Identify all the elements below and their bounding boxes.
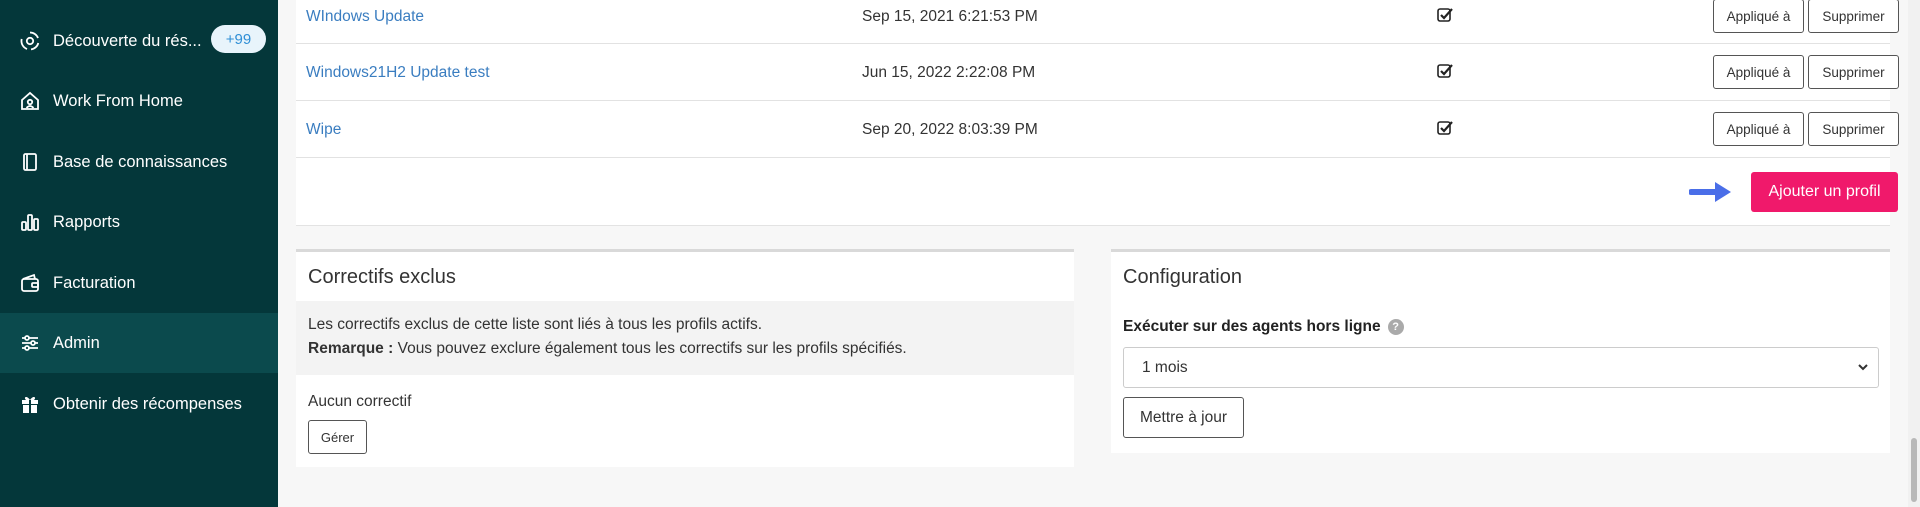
notification-badge: +99 <box>211 25 266 53</box>
sidebar-item-knowledge-base[interactable]: Base de connaissances <box>0 132 278 192</box>
chevron-down-icon <box>1858 364 1868 371</box>
book-icon <box>19 151 41 173</box>
wallet-icon <box>19 272 41 294</box>
delete-button[interactable]: Supprimer <box>1808 55 1899 89</box>
applied-to-button[interactable]: Appliqué à <box>1713 0 1804 33</box>
sidebar-item-reports[interactable]: Rapports <box>0 192 278 252</box>
table-row: WIndows Update Sep 15, 2021 6:21:53 PM A… <box>296 0 1899 44</box>
sidebar-item-rewards[interactable]: Obtenir des récompenses <box>0 374 278 434</box>
sidebar-item-network-discovery[interactable]: Découverte du rés... +99 <box>0 11 278 71</box>
sidebar-item-label: Découverte du rés... <box>53 31 202 50</box>
sidebar: Découverte du rés... +99 Work From Home … <box>0 0 278 507</box>
profile-date: Jun 15, 2022 2:22:08 PM <box>862 64 1036 81</box>
update-button[interactable]: Mettre à jour <box>1123 397 1244 438</box>
sidebar-item-label: Work From Home <box>53 91 183 110</box>
delete-button[interactable]: Supprimer <box>1808 0 1899 33</box>
note-text: Les correctifs exclus de cette liste son… <box>308 316 762 333</box>
page-scrollbar[interactable] <box>1908 0 1920 507</box>
sidebar-item-label: Base de connaissances <box>53 152 228 171</box>
checked-icon <box>1437 64 1453 78</box>
scrollbar-thumb[interactable] <box>1911 438 1917 502</box>
sidebar-item-label: Rapports <box>53 212 120 231</box>
delete-button[interactable]: Supprimer <box>1808 112 1899 146</box>
note-remark-text: Vous pouvez exclure également tous les c… <box>393 340 907 357</box>
sidebar-item-label: Obtenir des récompenses <box>53 394 242 413</box>
main-content: WIndows Update Sep 15, 2021 6:21:53 PM A… <box>278 0 1908 507</box>
manage-button[interactable]: Gérer <box>308 420 367 454</box>
sidebar-item-admin[interactable]: Admin <box>0 313 278 373</box>
profile-name-link[interactable]: Wipe <box>306 121 341 139</box>
info-note: Les correctifs exclus de cette liste son… <box>296 301 1074 375</box>
panel-title: Correctifs exclus <box>308 266 456 288</box>
profile-date: Sep 20, 2022 8:03:39 PM <box>862 121 1038 138</box>
sidebar-item-label: Facturation <box>53 273 136 292</box>
sidebar-item-work-from-home[interactable]: Work From Home <box>0 71 278 131</box>
profile-name-link[interactable]: WIndows Update <box>306 8 424 26</box>
network-discovery-icon <box>19 30 41 52</box>
profiles-table: WIndows Update Sep 15, 2021 6:21:53 PM A… <box>296 0 1899 226</box>
applied-to-button[interactable]: Appliqué à <box>1713 112 1804 146</box>
excluded-patches-panel: Correctifs exclus Les correctifs exclus … <box>296 249 1074 467</box>
field-label-text: Exécuter sur des agents hors ligne <box>1123 318 1381 335</box>
checked-icon <box>1437 8 1453 22</box>
profile-date: Sep 15, 2021 6:21:53 PM <box>862 8 1038 25</box>
field-label: Exécuter sur des agents hors ligne ? <box>1123 318 1404 336</box>
empty-state-text: Aucun correctif <box>308 393 412 410</box>
panel-title: Configuration <box>1123 266 1242 288</box>
checked-icon <box>1437 121 1453 135</box>
home-icon <box>19 90 41 112</box>
profile-name-link[interactable]: Windows21H2 Update test <box>306 64 490 82</box>
gift-icon <box>19 393 41 415</box>
select-value: 1 mois <box>1142 358 1188 376</box>
configuration-panel: Configuration Exécuter sur des agents ho… <box>1111 249 1890 453</box>
table-row: Wipe Sep 20, 2022 8:03:39 PM Appliqué à … <box>296 101 1899 158</box>
sidebar-item-billing[interactable]: Facturation <box>0 253 278 313</box>
add-profile-button[interactable]: Ajouter un profil <box>1751 172 1898 212</box>
help-icon[interactable]: ? <box>1387 319 1404 335</box>
arrow-right-icon <box>1689 182 1731 202</box>
sidebar-item-label: Admin <box>53 333 100 352</box>
bar-chart-icon <box>19 211 41 233</box>
table-row: Windows21H2 Update test Jun 15, 2022 2:2… <box>296 44 1899 101</box>
note-remark-label: Remarque : <box>308 340 394 357</box>
offline-agents-select[interactable]: 1 mois <box>1123 347 1879 388</box>
applied-to-button[interactable]: Appliqué à <box>1713 55 1804 89</box>
sliders-icon <box>19 332 41 354</box>
note-remark: Remarque : Vous pouvez exclure également… <box>308 340 907 358</box>
